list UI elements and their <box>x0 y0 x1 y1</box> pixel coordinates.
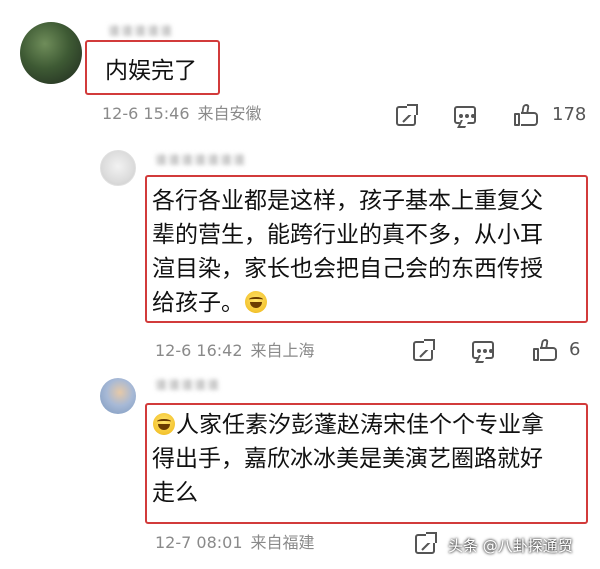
laugh-cry-emoji-icon <box>245 291 267 313</box>
comment-location: 来自福建 <box>250 533 315 552</box>
comment-date: 12-6 16:42 <box>155 341 243 360</box>
comment-line: 得出手，嘉欣冰冰美是美演艺圈路就好 <box>152 446 543 472</box>
comment-location: 来自上海 <box>250 341 315 360</box>
avatar[interactable] <box>100 378 136 414</box>
comment-icon <box>472 341 494 359</box>
comment-meta: 12-6 15:46 来自安徽 <box>102 103 262 125</box>
comment-text: 人家任素汐彭蓬赵涛宋佳个个专业拿 得出手，嘉欣冰冰美是美演艺圈路就好 走么 <box>152 408 586 510</box>
laugh-cry-emoji-icon <box>153 413 175 435</box>
comment-text: 各行各业都是这样，孩子基本上重复父 辈的营生，能跨行业的真不多，从小耳 渲目染，… <box>152 184 586 320</box>
like-button[interactable]: 178 <box>514 102 588 128</box>
username-blurred[interactable]: 谁谁谁谁谁 <box>108 24 196 38</box>
share-button[interactable] <box>393 103 419 129</box>
comment-meta: 12-6 16:42 来自上海 <box>155 340 315 362</box>
comment-date: 12-7 08:01 <box>155 533 243 552</box>
comment-line: 渲目染，家长也会把自己会的东西传授 <box>152 256 543 282</box>
share-button[interactable] <box>410 338 436 364</box>
username-blurred[interactable]: 谁谁谁谁谁谁谁 <box>155 153 275 167</box>
username-blurred[interactable]: 谁谁谁谁谁 <box>155 378 235 392</box>
like-icon <box>533 339 557 361</box>
avatar[interactable] <box>20 22 82 84</box>
comment-line: 走么 <box>152 480 198 506</box>
like-count: 178 <box>552 104 587 125</box>
comment-line: 各行各业都是这样，孩子基本上重复父 <box>152 188 543 214</box>
like-count: 6 <box>569 339 581 360</box>
reply-button[interactable] <box>470 338 498 364</box>
like-icon <box>514 104 538 126</box>
comment-icon <box>454 106 476 124</box>
comment-meta: 12-7 08:01 来自福建 <box>155 532 315 554</box>
share-icon <box>396 104 418 126</box>
share-icon <box>415 532 437 554</box>
watermark: 头条 @八卦探通贸 <box>448 537 573 555</box>
comment-line: 辈的营生，能跨行业的真不多，从小耳 <box>152 222 543 248</box>
share-button[interactable] <box>412 531 438 557</box>
comment-line: 给孩子。 <box>152 290 244 316</box>
reply-button[interactable] <box>452 103 480 129</box>
comment-text: 内娱完了 <box>105 58 197 84</box>
share-icon <box>413 339 435 361</box>
comment-line: 人家任素汐彭蓬赵涛宋佳个个专业拿 <box>176 412 544 438</box>
comment-date: 12-6 15:46 <box>102 104 190 123</box>
like-button[interactable]: 6 <box>533 337 588 363</box>
avatar[interactable] <box>100 150 136 186</box>
comment-location: 来自安徽 <box>197 104 262 123</box>
